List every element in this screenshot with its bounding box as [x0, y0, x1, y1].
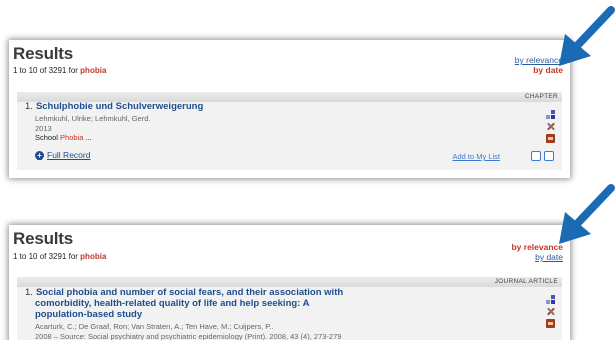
record-type: JOURNAL ARTICLE [494, 278, 558, 285]
blocks-icon[interactable] [546, 110, 555, 119]
record-authors: Lehmkuhl, Ulrike; Lehmkuhl, Gerd. [35, 114, 151, 123]
record-tools [531, 151, 554, 161]
document-icon[interactable] [544, 151, 554, 161]
full-record-link[interactable]: + Full Record [35, 150, 90, 160]
add-to-my-list-link[interactable]: Add to My List [452, 152, 500, 161]
results-count: 1 to 10 of 3291 for phobia [13, 252, 107, 261]
library-icon[interactable] [546, 134, 555, 143]
result-record: JOURNAL ARTICLE 1. Social phobia and numb… [17, 277, 562, 340]
print-icon[interactable] [531, 151, 541, 161]
record-subject: School Phobia ... [35, 133, 92, 142]
record-icons [546, 110, 556, 146]
sort-by-date-link[interactable]: by date [511, 252, 563, 262]
blocks-icon[interactable] [546, 295, 555, 304]
arrow-icon [559, 6, 615, 66]
record-source: 2008 – Source: Social psychiatry and psy… [35, 332, 342, 340]
library-icon[interactable] [546, 319, 555, 328]
plus-icon: + [35, 150, 44, 160]
cross-icon[interactable] [546, 122, 555, 131]
record-title[interactable]: 1. Schulphobie und Schulverweigerung [25, 101, 203, 112]
record-icons [546, 295, 556, 331]
results-count: 1 to 10 of 3291 for phobia [13, 66, 107, 75]
results-panel-relevance: Results 1 to 10 of 3291 for phobia by re… [9, 225, 570, 340]
query-term: phobia [80, 66, 107, 75]
results-title: Results [13, 229, 74, 248]
record-authors: Acarturk, C.; De Graaf, Ron; Van Straten… [35, 322, 274, 331]
record-title[interactable]: 1. Social phobia and number of social fea… [25, 287, 343, 320]
query-term: phobia [80, 252, 107, 261]
arrow-icon [559, 184, 615, 244]
result-record: CHAPTER 1. Schulphobie und Schulverweiger… [17, 92, 562, 170]
results-title: Results [13, 44, 74, 63]
record-type: CHAPTER [524, 93, 558, 100]
cross-icon[interactable] [546, 307, 555, 316]
record-type-bar: JOURNAL ARTICLE [17, 277, 562, 287]
results-panel-date: Results 1 to 10 of 3291 for phobia by re… [9, 40, 570, 178]
